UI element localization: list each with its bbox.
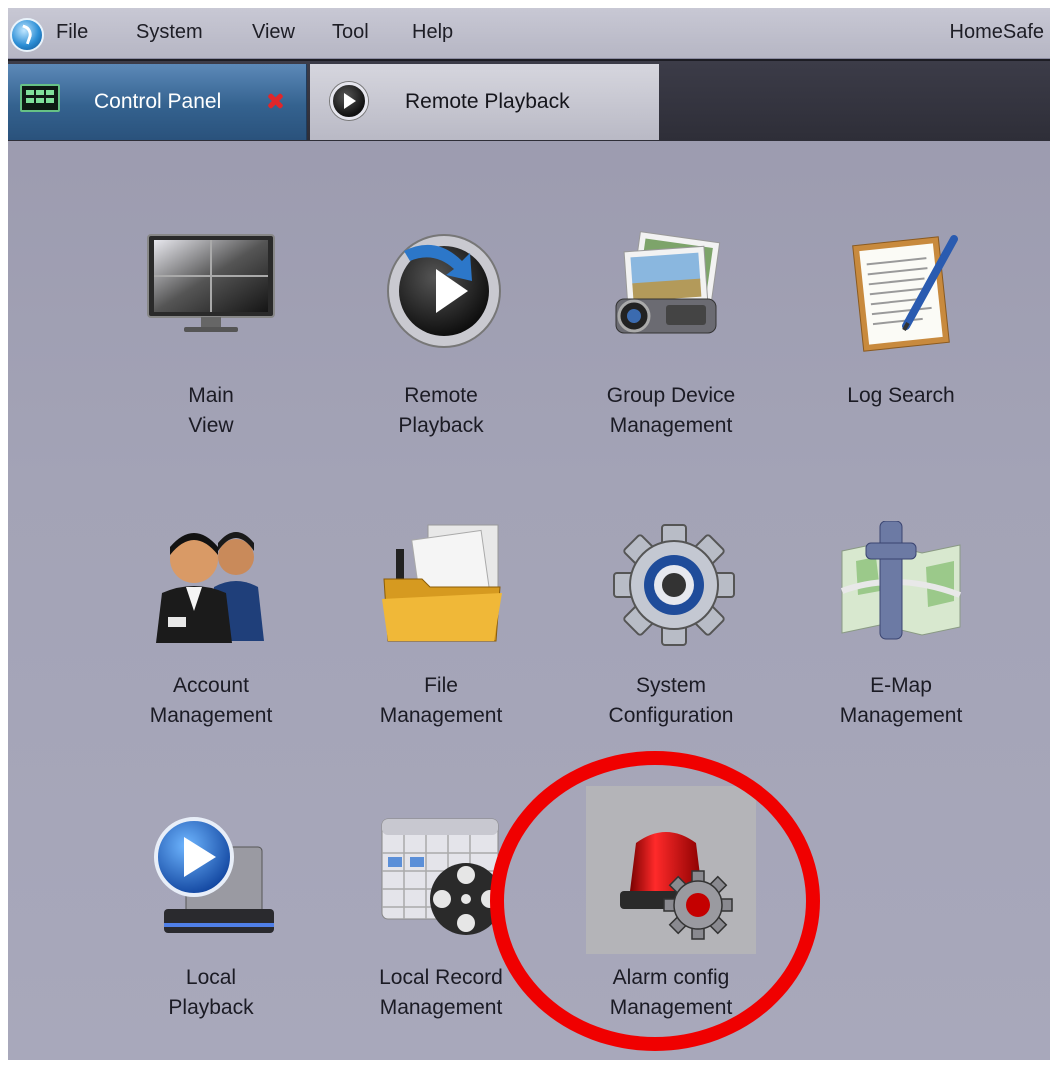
play-drive-icon bbox=[146, 813, 276, 943]
tab-label: Control Panel bbox=[94, 90, 222, 113]
tile-account-management[interactable]: Account Management bbox=[106, 521, 306, 781]
app-window: File System View Tool Help HomeSafe Cont… bbox=[8, 8, 1050, 1060]
tab-control-panel[interactable]: Control Panel bbox=[8, 64, 307, 140]
tile-label: System Configuration bbox=[608, 674, 734, 727]
tile-label: Log Search bbox=[847, 384, 955, 407]
menu-file[interactable]: File bbox=[56, 18, 88, 46]
playback-icon bbox=[330, 82, 368, 120]
menu-tool[interactable]: Tool bbox=[332, 18, 369, 46]
map-icon bbox=[836, 520, 966, 651]
users-icon bbox=[146, 521, 276, 651]
tile-local-playback[interactable]: Local Playback bbox=[106, 813, 306, 1060]
tile-file-management[interactable]: File Management bbox=[336, 521, 536, 781]
tile-label: E-Map Management bbox=[839, 674, 963, 727]
tile-label: Alarm config Management bbox=[609, 966, 733, 1019]
playback-icon bbox=[376, 231, 506, 361]
tile-label: Local Playback bbox=[168, 966, 254, 1019]
tile-label: Local Record Management bbox=[379, 966, 503, 1019]
menu-view[interactable]: View bbox=[252, 18, 295, 46]
app-logo-icon bbox=[10, 18, 44, 52]
control-panel: Main View Remote Playback Group Device M… bbox=[8, 141, 1050, 1060]
tile-main-view[interactable]: Main View bbox=[106, 231, 306, 491]
gear-icon bbox=[606, 521, 736, 651]
monitor-icon bbox=[146, 231, 276, 361]
notepad-pen-icon bbox=[836, 231, 966, 361]
tile-local-record-management[interactable]: Local Record Management bbox=[336, 813, 536, 1060]
close-icon[interactable] bbox=[266, 92, 284, 110]
tile-group-device-management[interactable]: Group Device Management bbox=[566, 231, 766, 491]
tile-system-configuration[interactable]: System Configuration bbox=[566, 521, 766, 781]
tab-label: Remote Playback bbox=[405, 90, 570, 113]
camera-photos-icon bbox=[606, 231, 736, 361]
menu-help[interactable]: Help bbox=[412, 18, 453, 46]
monitor-icon bbox=[20, 84, 60, 112]
tab-remote-playback[interactable]: Remote Playback bbox=[310, 64, 659, 140]
tile-label: File Management bbox=[379, 674, 503, 727]
tile-remote-playback[interactable]: Remote Playback bbox=[336, 231, 536, 491]
tile-label: Main View bbox=[188, 384, 234, 437]
app-title: HomeSafe bbox=[949, 21, 1045, 43]
tile-label: Group Device Management bbox=[606, 384, 736, 437]
menu-bar: File System View Tool Help HomeSafe bbox=[8, 8, 1050, 59]
menu-system[interactable]: System bbox=[136, 18, 203, 46]
tile-log-search[interactable]: Log Search bbox=[796, 231, 996, 491]
folder-icon bbox=[376, 521, 506, 651]
alarm-gear-icon bbox=[606, 813, 736, 943]
tile-emap-management[interactable]: E-Map Management bbox=[796, 520, 996, 781]
calendar-film-icon bbox=[376, 813, 506, 943]
tab-bar: Control Panel Remote Playback bbox=[8, 59, 1050, 141]
tile-label: Remote Playback bbox=[398, 384, 484, 437]
tile-label: Account Management bbox=[149, 674, 273, 727]
tile-alarm-config-management[interactable]: Alarm config Management bbox=[566, 813, 766, 1060]
